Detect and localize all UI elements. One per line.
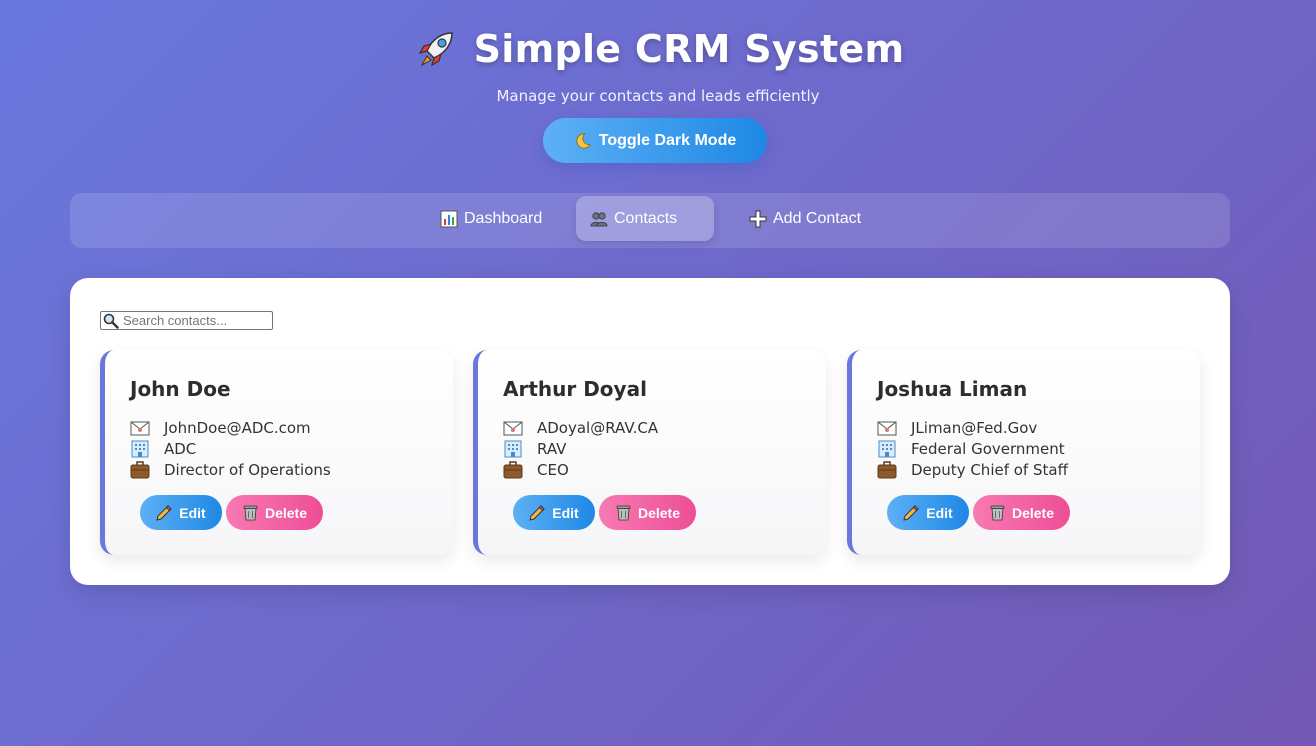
tab-add-contact-label: Add Contact (773, 209, 862, 227)
contact-job-title: Director of Operations (164, 461, 331, 479)
contact-title-row: CEO (503, 460, 569, 480)
people-icon (590, 211, 608, 226)
contact-card: John Doe JohnDoe@ADC.com ADC Director of… (100, 350, 453, 555)
envelope-icon (877, 421, 897, 436)
contacts-panel: John Doe JohnDoe@ADC.com ADC (70, 278, 1230, 585)
contact-email: JLiman@Fed.Gov (911, 419, 1038, 437)
contact-title-row: Director of Operations (130, 460, 331, 480)
pencil-icon (529, 505, 545, 521)
contact-job-title: CEO (537, 461, 569, 479)
office-building-icon (878, 440, 896, 458)
main-nav: Dashboard Contacts Add Contact (70, 193, 1230, 248)
contact-email-row: JohnDoe@ADC.com (130, 418, 311, 438)
trash-icon (616, 505, 631, 521)
tab-dashboard[interactable]: Dashboard (426, 196, 556, 241)
contact-company-row: RAV (503, 439, 566, 459)
search-icon (103, 313, 119, 329)
tab-contacts[interactable]: Contacts (576, 196, 714, 241)
contact-card: Joshua Liman JLiman@Fed.Gov Federal Gove… (847, 350, 1200, 555)
toggle-dark-mode-button[interactable]: Toggle Dark Mode (543, 118, 767, 163)
contact-name: Joshua Liman (877, 377, 1028, 401)
moon-icon (576, 132, 591, 149)
contact-email-row: ADoyal@RAV.CA (503, 418, 658, 438)
page-subtitle: Manage your contacts and leads efficient… (496, 87, 820, 105)
pencil-icon (156, 505, 172, 521)
rocket-icon (418, 32, 453, 67)
office-building-icon (131, 440, 149, 458)
contact-company-row: ADC (130, 439, 196, 459)
briefcase-icon (503, 461, 523, 479)
edit-label: Edit (926, 504, 953, 521)
tab-contacts-label: Contacts (614, 209, 678, 227)
tab-add-contact[interactable]: Add Contact (735, 196, 875, 241)
search-box[interactable] (100, 311, 273, 330)
contact-company: RAV (537, 440, 567, 458)
trash-icon (243, 505, 258, 521)
contact-email: ADoyal@RAV.CA (537, 419, 659, 437)
bar-chart-icon (440, 210, 458, 227)
trash-icon (990, 505, 1005, 521)
plus-icon (749, 210, 767, 227)
edit-label: Edit (179, 504, 206, 521)
pencil-icon (903, 505, 919, 521)
toggle-dark-mode-label: Toggle Dark Mode (598, 131, 737, 149)
delete-button[interactable]: Delete (599, 495, 696, 530)
delete-label: Delete (1011, 504, 1055, 521)
contact-company-row: Federal Government (877, 439, 1065, 459)
edit-button[interactable]: Edit (887, 495, 969, 530)
contact-email-row: JLiman@Fed.Gov (877, 418, 1037, 438)
contact-job-title: Deputy Chief of Staff (911, 461, 1068, 479)
edit-button[interactable]: Edit (140, 495, 222, 530)
contact-name: Arthur Doyal (503, 377, 647, 401)
envelope-icon (130, 421, 150, 436)
edit-button[interactable]: Edit (513, 495, 595, 530)
title-text: Simple CRM System (473, 27, 905, 71)
briefcase-icon (877, 461, 897, 479)
contact-name: John Doe (130, 377, 231, 401)
tab-dashboard-label: Dashboard (464, 209, 543, 227)
edit-label: Edit (552, 504, 579, 521)
page-title: Simple CRM System (412, 22, 905, 76)
delete-label: Delete (637, 504, 681, 521)
contact-title-row: Deputy Chief of Staff (877, 460, 1068, 480)
app-header: Simple CRM System Manage your contacts a… (0, 22, 1316, 105)
briefcase-icon (130, 461, 150, 479)
office-building-icon (504, 440, 522, 458)
contact-company: Federal Government (911, 440, 1065, 458)
contact-email: JohnDoe@ADC.com (164, 419, 311, 437)
delete-button[interactable]: Delete (226, 495, 323, 530)
envelope-icon (503, 421, 523, 436)
delete-button[interactable]: Delete (973, 495, 1070, 530)
contact-card: Arthur Doyal ADoyal@RAV.CA RAV CEO Edit … (473, 350, 826, 555)
contact-company: ADC (164, 440, 197, 458)
search-input[interactable] (123, 313, 268, 328)
delete-label: Delete (264, 504, 308, 521)
